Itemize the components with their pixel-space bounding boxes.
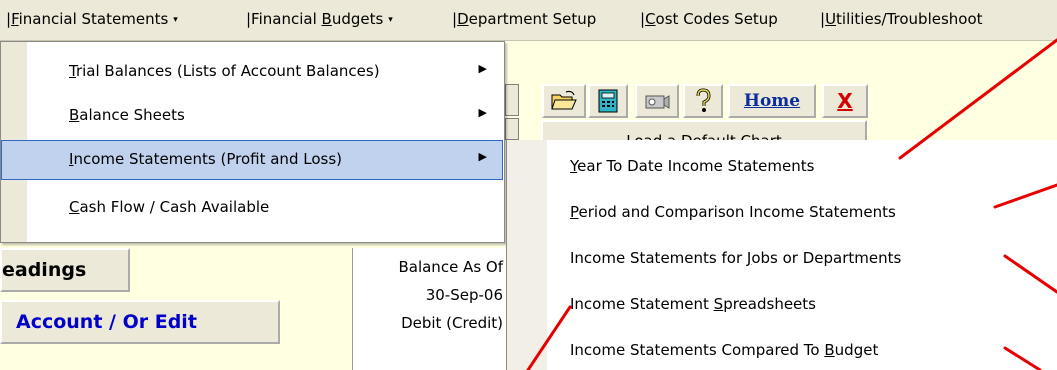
menu-label: epartment Setup: [468, 10, 597, 28]
menu-label: inancial Statements: [18, 10, 169, 28]
headings-button-label: eadings: [2, 259, 87, 281]
debit-credit-label: Debit (Credit): [401, 314, 503, 332]
menu-item-label: Cash Flow / Cash Available: [69, 198, 270, 216]
submenu-item-year-to-date[interactable]: Year To Date Income Statements: [570, 157, 814, 175]
dropdown-stub[interactable]: [505, 84, 519, 116]
menu-bar: |Financial Statements ▾ |Financial Budget…: [0, 0, 1057, 41]
submenu-item-jobs-departments[interactable]: Income Statements for Jobs or Department…: [570, 249, 901, 267]
close-icon: X: [837, 89, 853, 113]
help-button[interactable]: [683, 84, 723, 118]
submenu-arrow-icon: ▶: [478, 150, 487, 163]
menu-label-accel: F: [11, 10, 19, 28]
open-folder-icon: [551, 90, 577, 110]
balance-column-header: Balance As Of 30-Sep-06 Debit (Credit): [352, 248, 505, 370]
home-button[interactable]: Home: [728, 84, 816, 118]
submenu-item-compared-to-budget[interactable]: Income Statements Compared To Budget: [570, 341, 878, 359]
account-edit-label: Account / Or Edit: [16, 311, 197, 333]
menu-label-accel: B: [321, 10, 332, 28]
submenu-item-period-comparison[interactable]: Period and Comparison Income Statements: [570, 203, 896, 221]
menu-label: ost Codes Setup: [655, 10, 778, 28]
menu-label: udgets: [331, 10, 384, 28]
help-icon: [696, 88, 711, 112]
menu-cost-codes-setup[interactable]: |Cost Codes Setup: [640, 10, 778, 28]
calculator-icon: [598, 89, 618, 113]
submenu-gutter: [507, 140, 547, 370]
menu-department-setup[interactable]: |Department Setup: [452, 10, 596, 28]
menu-item-cash-flow[interactable]: Cash Flow / Cash Available: [1, 188, 503, 228]
menu-label-accel: C: [645, 10, 656, 28]
home-button-label: Home: [743, 91, 801, 111]
account-edit-button[interactable]: Account / Or Edit: [0, 300, 280, 344]
submenu-item-spreadsheets[interactable]: Income Statement Spreadsheets: [570, 295, 816, 313]
menu-item-trial-balances[interactable]: Trial Balances (Lists of Account Balance…: [1, 52, 503, 92]
close-button[interactable]: X: [822, 84, 868, 118]
menu-financial-statements[interactable]: |Financial Statements ▾: [6, 10, 178, 28]
submenu-arrow-icon: ▶: [478, 62, 487, 75]
menu-item-label: Trial Balances (Lists of Account Balance…: [69, 62, 380, 80]
menu-label: |Financial: [246, 10, 322, 28]
chevron-down-icon: ▾: [388, 15, 393, 25]
menu-label-accel: U: [825, 10, 837, 28]
menu-label-accel: D: [457, 10, 469, 28]
balance-date: 30-Sep-06: [425, 286, 503, 304]
chevron-down-icon: ▾: [173, 15, 178, 25]
menu-item-income-statements[interactable]: Income Statements (Profit and Loss) ▶: [1, 140, 503, 180]
headings-button[interactable]: eadings: [0, 248, 130, 292]
menu-financial-budgets[interactable]: |Financial Budgets ▾: [246, 10, 393, 28]
camera-icon: [645, 95, 670, 109]
menu-utilities-troubleshoot[interactable]: |Utilities/Troubleshoot: [820, 10, 983, 28]
submenu-arrow-icon: ▶: [478, 106, 487, 119]
balance-as-of-label: Balance As Of: [398, 258, 503, 276]
open-folder-button[interactable]: [542, 84, 586, 118]
menu-item-label: Income Statements (Profit and Loss): [69, 150, 342, 168]
menu-label: tilities/Troubleshoot: [836, 10, 983, 28]
dropdown-stub[interactable]: [505, 118, 519, 140]
camera-button[interactable]: [635, 84, 679, 118]
calculator-button[interactable]: [588, 84, 628, 118]
menu-item-balance-sheets[interactable]: Balance Sheets ▶: [1, 96, 503, 136]
menu-item-label: Balance Sheets: [69, 106, 185, 124]
